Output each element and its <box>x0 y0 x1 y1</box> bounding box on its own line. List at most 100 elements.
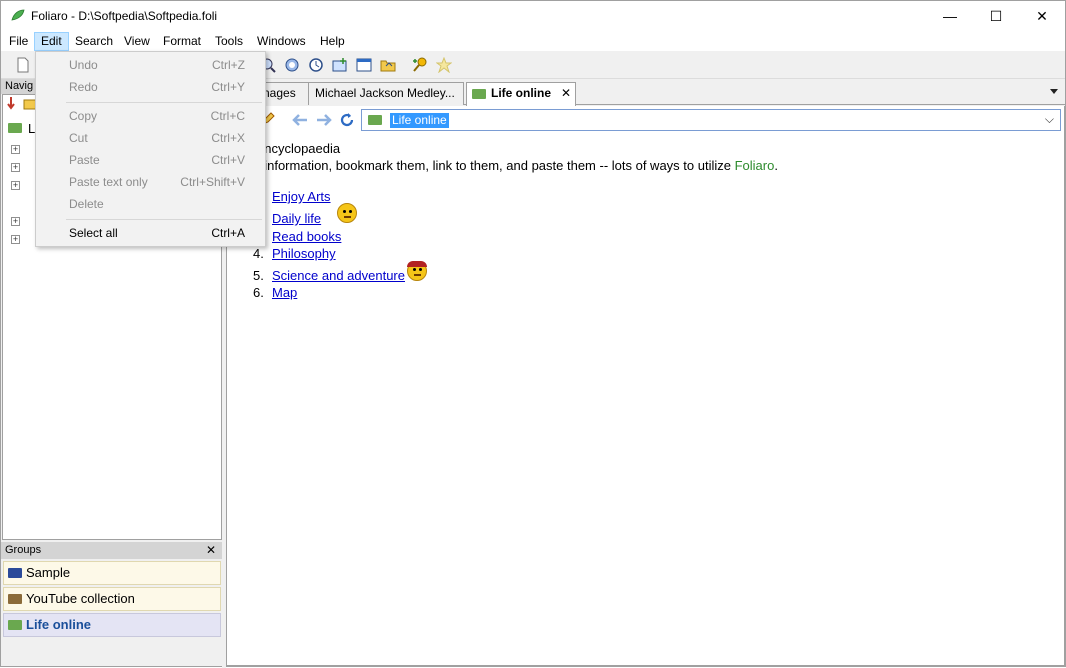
menu-item-label: Select all <box>69 226 118 240</box>
back-arrow-icon[interactable] <box>291 112 309 128</box>
folder-icon <box>8 594 22 604</box>
link-science-and-adventure[interactable]: Science and adventure <box>272 268 405 284</box>
menu-windows[interactable]: Windows <box>251 32 312 51</box>
tree-expander[interactable]: + <box>11 217 20 226</box>
foliaro-leaf-icon <box>11 9 25 21</box>
edit-menu-dropdown: Undo Ctrl+Z Redo Ctrl+Y Copy Ctrl+C Cut … <box>35 51 266 247</box>
menu-file[interactable]: File <box>3 32 34 51</box>
group-item-youtube-collection[interactable]: YouTube collection <box>3 587 221 611</box>
list-number: 5. <box>253 268 264 283</box>
app-window: Foliaro - D:\Softpedia\Softpedia.foli — … <box>0 0 1066 668</box>
menu-item-shortcut: Ctrl+Y <box>211 80 245 94</box>
doc-intro-text: t information, bookmark them, link to th… <box>257 158 778 174</box>
find-icon[interactable] <box>284 57 300 73</box>
menu-search[interactable]: Search <box>69 32 119 51</box>
minimize-button[interactable]: — <box>927 1 973 31</box>
menu-separator <box>66 102 262 103</box>
window-title: Foliaro - D:\Softpedia\Softpedia.foli <box>31 9 218 23</box>
window-icon[interactable] <box>356 57 372 73</box>
menu-item-label: Delete <box>69 197 104 211</box>
menu-item-copy[interactable]: Copy Ctrl+C <box>36 105 265 127</box>
menu-help[interactable]: Help <box>314 32 351 51</box>
address-dropdown-icon[interactable]: ⌵ <box>1045 112 1054 127</box>
tab-close-icon[interactable]: ✕ <box>561 83 571 104</box>
tab-label: Michael Jackson Medley... <box>315 86 455 100</box>
menu-item-cut[interactable]: Cut Ctrl+X <box>36 127 265 149</box>
tab-bar: nages Michael Jackson Medley... Life onl… <box>226 79 1065 106</box>
forward-arrow-icon[interactable] <box>315 112 333 128</box>
list-number: 4. <box>253 246 264 261</box>
menu-item-shortcut: Ctrl+X <box>211 131 245 145</box>
tree-expander[interactable]: + <box>11 163 20 172</box>
link-daily-life[interactable]: Daily life <box>272 211 321 227</box>
menu-item-select-all[interactable]: Select all Ctrl+A <box>36 222 265 244</box>
address-text[interactable]: Life online <box>390 113 449 128</box>
history-icon[interactable] <box>308 57 324 73</box>
key-plus-icon[interactable] <box>412 57 428 73</box>
menu-item-shortcut: Ctrl+C <box>210 109 245 123</box>
doc-intro-body: t information, bookmark them, link to th… <box>257 158 735 173</box>
menu-item-paste-text-only[interactable]: Paste text only Ctrl+Shift+V <box>36 171 265 193</box>
thinking-smiley-icon <box>337 203 357 223</box>
tab-list-dropdown-icon[interactable] <box>1049 87 1059 95</box>
menu-item-label: Paste text only <box>69 175 148 189</box>
new-document-icon[interactable] <box>15 57 31 73</box>
menu-separator <box>66 219 262 220</box>
folder-icon <box>472 89 486 99</box>
title-bar: Foliaro - D:\Softpedia\Softpedia.foli — … <box>1 1 1065 31</box>
tree-expander[interactable]: + <box>11 235 20 244</box>
close-button[interactable]: ✕ <box>1019 1 1065 31</box>
menu-item-paste[interactable]: Paste Ctrl+V <box>36 149 265 171</box>
link-map[interactable]: Map <box>272 285 297 301</box>
new-folder-icon[interactable] <box>332 57 348 73</box>
link-read-books[interactable]: Read books <box>272 229 341 245</box>
tab-label: Life online <box>491 86 551 100</box>
tree-expander[interactable]: + <box>11 145 20 154</box>
menu-item-redo[interactable]: Redo Ctrl+Y <box>36 76 265 98</box>
menu-item-shortcut: Ctrl+Shift+V <box>180 175 245 189</box>
folder-icon <box>8 568 22 578</box>
address-field[interactable]: Life online ⌵ <box>361 109 1061 131</box>
address-bar: Life online ⌵ <box>227 106 1064 134</box>
folder-icon <box>8 620 22 630</box>
menu-item-delete[interactable]: Delete <box>36 193 265 215</box>
group-item-life-online[interactable]: Life online <box>3 613 221 637</box>
maximize-button[interactable]: ☐ <box>973 1 1019 31</box>
link-philosophy[interactable]: Philosophy <box>272 246 336 262</box>
groups-header: Groups <box>1 542 222 559</box>
menu-format[interactable]: Format <box>157 32 207 51</box>
menu-item-label: Undo <box>69 58 98 72</box>
menu-item-label: Paste <box>69 153 100 167</box>
menu-item-shortcut: Ctrl+Z <box>212 58 245 72</box>
group-item-sample[interactable]: Sample <box>3 561 221 585</box>
doc-heading-text: encyclopaedia <box>257 141 341 156</box>
link-enjoy-arts[interactable]: Enjoy Arts <box>272 189 331 205</box>
open-folder-icon[interactable] <box>380 57 396 73</box>
menu-item-label: Cut <box>69 131 88 145</box>
doc-period: . <box>774 158 778 173</box>
pirate-smiley-icon <box>407 261 427 281</box>
folder-icon <box>368 115 382 125</box>
menu-view[interactable]: View <box>118 32 156 51</box>
tab-michael-jackson-medley[interactable]: Michael Jackson Medley... <box>308 82 464 105</box>
refresh-icon[interactable] <box>339 112 355 128</box>
menu-tools[interactable]: Tools <box>209 32 249 51</box>
content-area: Life online ⌵ encyclopaedia t informatio… <box>226 106 1065 666</box>
tab-life-online[interactable]: Life online ✕ <box>466 82 576 106</box>
menu-edit[interactable]: Edit <box>34 32 69 51</box>
menu-item-undo[interactable]: Undo Ctrl+Z <box>36 54 265 76</box>
menu-item-shortcut: Ctrl+V <box>211 153 245 167</box>
group-label: YouTube collection <box>26 591 135 606</box>
group-label: Life online <box>26 617 91 632</box>
menu-item-label: Redo <box>69 80 98 94</box>
tab-label: nages <box>263 86 296 100</box>
group-label: Sample <box>26 565 71 580</box>
tree-expander[interactable]: + <box>11 181 20 190</box>
star-icon[interactable] <box>436 57 452 73</box>
groups-close-button[interactable]: ✕ <box>206 542 216 559</box>
navigator-back-icon[interactable] <box>7 95 21 111</box>
menu-item-shortcut: Ctrl+A <box>211 226 245 240</box>
foliaro-name: Foliaro <box>734 158 775 173</box>
menu-bar: File Edit Search View Format Tools Windo… <box>1 31 1065 51</box>
menu-item-label: Copy <box>69 109 98 123</box>
